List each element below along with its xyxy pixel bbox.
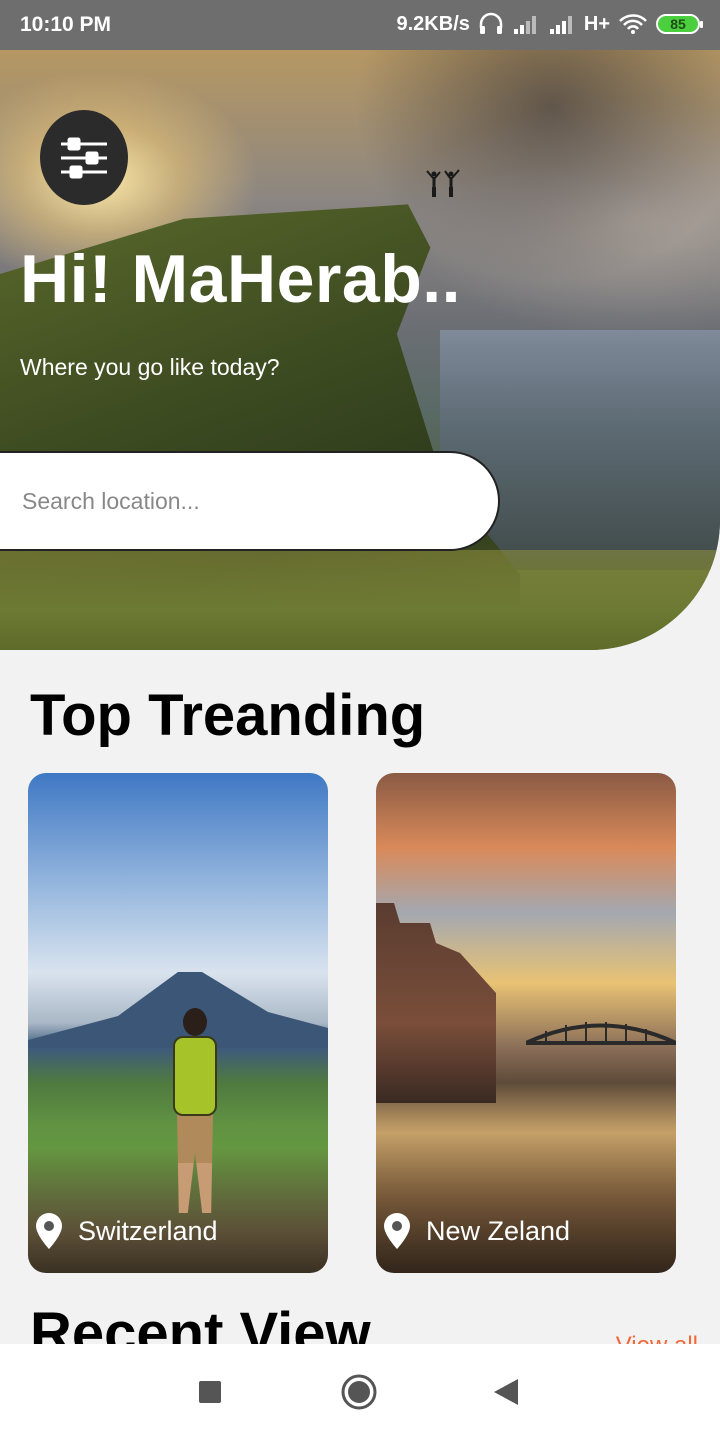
greeting-title: Hi! MaHerab.. [20, 241, 462, 317]
recents-square-icon[interactable] [199, 1381, 221, 1403]
signal-icon [513, 16, 536, 34]
filter-menu-button[interactable] [40, 110, 128, 205]
hiker-image [163, 1008, 227, 1218]
card-location-name: New Zeland [426, 1215, 571, 1246]
status-time: 10:10 PM [20, 13, 112, 36]
trending-card-new-zeland[interactable]: New Zeland [376, 773, 676, 1273]
card-location-name: Switzerland [78, 1215, 218, 1246]
card-label: New Zeland [384, 1213, 570, 1249]
trending-card-switzerland[interactable]: Switzerland [28, 773, 328, 1273]
home-circle-icon[interactable] [341, 1374, 377, 1410]
hero-grass [0, 550, 720, 650]
buildings-image [376, 903, 496, 1103]
signal-icon [549, 16, 572, 34]
location-pin-icon [36, 1213, 62, 1249]
people-silhouette [426, 169, 460, 197]
greeting-subtitle: Where you go like today? [20, 354, 280, 380]
battery-icon: 85 [656, 14, 703, 34]
network-speed: 9.2KB/s [396, 12, 470, 35]
card-label: Switzerland [36, 1213, 218, 1249]
sliders-icon [61, 137, 107, 178]
trending-title: Top Treanding [30, 683, 426, 748]
search-bar[interactable] [0, 451, 500, 551]
wifi-icon [619, 14, 647, 34]
headphones-icon [479, 12, 503, 34]
network-type: H+ [583, 12, 610, 35]
back-triangle-icon[interactable] [494, 1379, 518, 1405]
navigation-bar [0, 1344, 720, 1440]
search-input[interactable] [20, 486, 498, 516]
bridge-image [526, 1022, 676, 1045]
location-pin-icon [384, 1213, 410, 1249]
status-bar: 10:10 PM 9.2KB/s H+ 85 [0, 0, 720, 50]
status-icons: 9.2KB/s H+ 85 [396, 12, 703, 36]
